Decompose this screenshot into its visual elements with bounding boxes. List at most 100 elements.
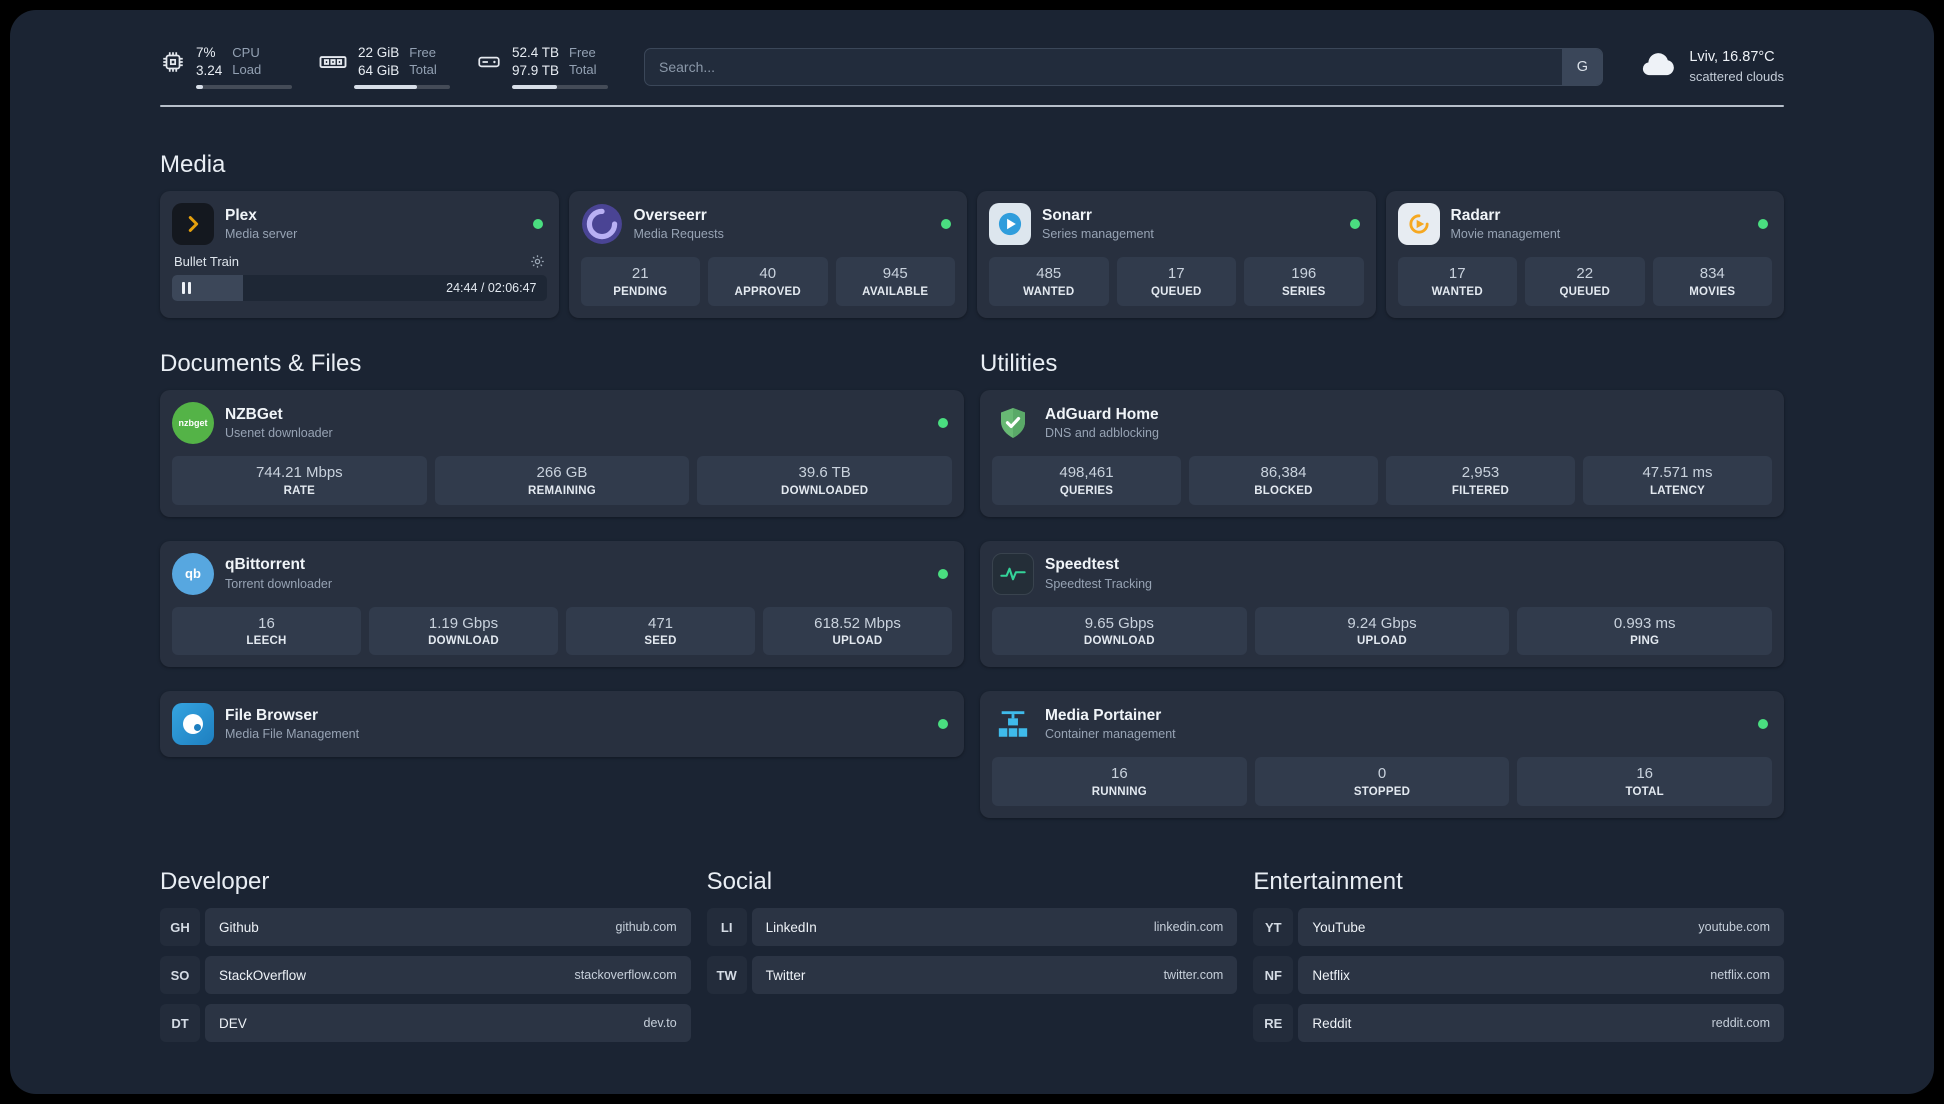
plex-icon [172,203,214,246]
weather-widget[interactable]: Lviv, 16.87°C scattered clouds [1639,45,1784,88]
section-media: Media Plex Media server Bullet Train 24:… [160,151,1784,318]
stat-upload: 9.24 Gbps UPLOAD [1254,606,1510,656]
status-dot [1349,219,1360,230]
service-name: Speedtest [1045,556,1120,574]
stat-movies: 834 MOVIES [1652,257,1772,306]
service-card-plex[interactable]: Plex Media server Bullet Train 24:44 / 0… [160,191,559,318]
bookmark-url: github.com [615,920,677,935]
overseerr-icon [581,203,623,245]
status-dot [941,219,951,230]
bookmark-github[interactable]: GH Github github.com [160,908,691,947]
section-title-developer: Developer [160,868,270,896]
cpu-usage-value: 7% [196,45,216,60]
bookmark-name: Twitter [765,967,806,983]
service-name: Radarr [1450,206,1501,224]
stat-running: 16 RUNNING [992,757,1247,807]
status-dot [1758,219,1768,230]
bookmark-twitter[interactable]: TW Twitter twitter.com [706,956,1238,995]
service-card-filebrowser[interactable]: File Browser Media File Management [160,691,964,758]
section-social: Social LI LinkedIn linkedin.com TW Twitte… [706,868,1238,1042]
section-title-media: Media [160,151,226,179]
bookmark-name: YouTube [1312,919,1366,935]
section-documents: Documents & Files nzbget NZBGet Usenet d… [160,350,964,818]
nzbget-icon: nzbget [172,401,214,444]
pause-icon[interactable] [172,282,201,295]
service-card-radarr[interactable]: Radarr Movie management 17 WANTED 22 QUEUE… [1385,191,1784,318]
speedtest-icon [992,552,1034,595]
service-name: Sonarr [1042,206,1092,224]
adguard-icon [992,402,1034,444]
bookmark-abbr: TW [706,956,747,995]
service-name: File Browser [225,707,319,725]
service-subtitle: Media File Management [225,727,360,742]
weather-condition: scattered clouds [1689,68,1784,84]
stat-download: 9.65 Gbps DOWNLOAD [992,606,1247,656]
service-card-qbittorrent[interactable]: qb qBittorrent Torrent downloader 16 LEEC… [160,540,964,668]
portainer-icon [992,703,1034,745]
bookmark-name: Netflix [1312,967,1350,983]
bookmark-netflix[interactable]: NF Netflix netflix.com [1253,956,1784,995]
service-name: AdGuard Home [1045,405,1159,423]
bookmark-name: StackOverflow [219,967,307,983]
service-name: Media Portainer [1045,707,1162,725]
bookmark-stackoverflow[interactable]: SO StackOverflow stackoverflow.com [160,956,691,995]
bookmark-youtube[interactable]: YT YouTube youtube.com [1253,908,1784,947]
ram-total-label: Total [409,61,437,77]
status-dot [938,417,948,428]
now-playing-title: Bullet Train [174,254,240,270]
bookmark-url: linkedin.com [1153,920,1224,935]
cpu-widget: 7% 3.24 CPU Load [160,44,292,90]
stat-ping: 0.993 ms PING [1517,606,1772,656]
stat-latency: 47.571 ms LATENCY [1583,455,1772,505]
section-title-social: Social [706,868,773,896]
stat-remaining: 266 GB REMAINING [434,455,690,505]
stat-rate: 744.21 Mbps RATE [172,455,427,505]
cpu-icon [160,49,186,75]
stat-download: 1.19 Gbps DOWNLOAD [369,606,558,656]
service-card-portainer[interactable]: Media Portainer Container management 16 R… [980,691,1784,819]
bookmark-name: LinkedIn [765,919,817,935]
service-name: Overseerr [633,206,707,224]
disk-free-label: Free [569,44,596,60]
service-name: NZBGet [225,405,283,423]
service-card-nzbget[interactable]: nzbget NZBGet Usenet downloader 744.21 M… [160,389,964,517]
service-subtitle: Container management [1045,727,1176,742]
stat-blocked: 86,384 BLOCKED [1189,455,1378,505]
sonarr-icon [989,203,1031,246]
cpu-progress-bar [196,85,292,90]
bookmark-url: dev.to [643,1016,677,1031]
stat-downloaded: 39.6 TB DOWNLOADED [697,455,952,505]
bookmark-reddit[interactable]: RE Reddit reddit.com [1253,1004,1784,1043]
service-subtitle: Usenet downloader [225,425,333,440]
service-subtitle: Movie management [1450,227,1561,242]
service-card-overseerr[interactable]: Overseerr Media Requests 21 PENDING 40 APP… [568,191,967,318]
stat-upload: 618.52 Mbps UPLOAD [763,606,952,656]
bookmark-linkedin[interactable]: LI LinkedIn linkedin.com [706,908,1238,947]
bookmark-url: twitter.com [1163,968,1224,983]
ram-free-value: 22 GiB [358,45,400,60]
radarr-icon [1397,203,1440,246]
section-utilities: Utilities AdGuard Home DNS and adblockin… [980,350,1784,819]
stat-stopped: 0 STOPPED [1254,757,1510,807]
cpu-load-value: 3.24 [196,62,223,78]
cloud-icon [1639,45,1677,88]
search-provider-button[interactable]: G [1562,48,1603,85]
service-card-adguard[interactable]: AdGuard Home DNS and adblocking 498,461 Q… [980,389,1784,517]
stat-available: 945 AVAILABLE [835,257,955,306]
disk-total-label: Total [569,61,597,77]
ram-free-label: Free [409,44,437,60]
qbittorrent-icon: qb [172,552,214,595]
playback-progress-bar[interactable]: 24:44 / 02:06:47 [172,275,547,302]
service-subtitle: Series management [1042,227,1154,242]
service-card-sonarr[interactable]: Sonarr Series management 485 WANTED 17 QUE… [977,191,1376,318]
bookmark-dev[interactable]: DT DEV dev.to [160,1004,691,1043]
nzbget-icon-text: nzbget [178,417,208,428]
search-input[interactable] [645,48,1563,85]
gear-icon[interactable] [530,254,545,269]
filebrowser-icon [172,703,214,746]
bookmark-abbr: GH [160,908,200,947]
cpu-load-label: Load [232,61,262,77]
service-card-speedtest[interactable]: Speedtest Speedtest Tracking 9.65 Gbps DO… [980,540,1784,668]
service-subtitle: Media server [225,227,298,242]
header-divider [160,105,1784,108]
